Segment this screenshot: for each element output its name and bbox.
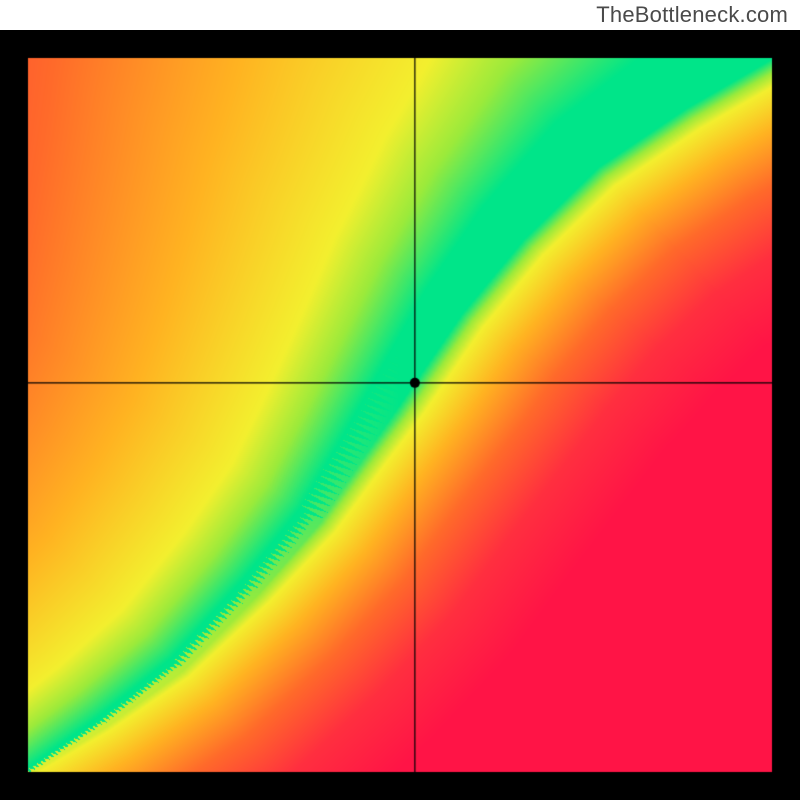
- watermark-text: TheBottleneck.com: [596, 2, 788, 28]
- heatmap-frame: [0, 30, 800, 800]
- heatmap-canvas: [0, 30, 800, 800]
